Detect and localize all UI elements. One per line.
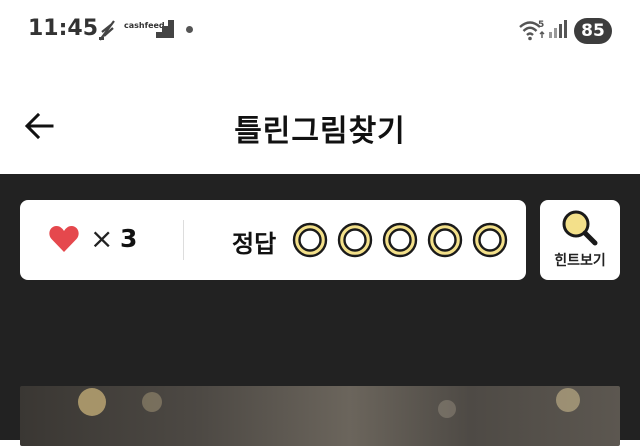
answer-slot	[472, 222, 508, 258]
hint-label: 힌트보기	[554, 253, 606, 269]
hint-button[interactable]: 힌트보기	[540, 200, 620, 280]
stairs-icon	[156, 20, 174, 38]
battery-level: 85	[574, 18, 612, 44]
answer-slot	[382, 222, 418, 258]
bokeh-light	[438, 400, 456, 418]
wifi-5g-label: 5	[538, 20, 544, 30]
lives-count: 3	[120, 224, 138, 253]
app-bar: 틀린그림찾기	[0, 64, 640, 174]
bokeh-light	[556, 388, 580, 412]
feather-icon	[99, 20, 115, 41]
status-bar: 11:45 cashfeed 5 85	[0, 0, 640, 64]
divider	[183, 220, 184, 260]
bokeh-light	[142, 392, 162, 412]
game-status-card: × 3 정답	[20, 200, 526, 280]
signal-icon	[549, 20, 567, 38]
answer-slots	[292, 222, 508, 258]
page-title: 틀린그림찾기	[234, 114, 406, 149]
magnifier-icon	[562, 210, 598, 246]
answer-slot	[427, 222, 463, 258]
puzzle-image[interactable]	[20, 386, 620, 446]
answer-slot	[292, 222, 328, 258]
status-time: 11:45	[28, 16, 99, 41]
notification-dot	[186, 26, 193, 33]
answer-label: 정답	[232, 230, 277, 258]
game-area: × 3 정답 힌트보기	[0, 174, 640, 446]
answer-slot	[337, 222, 373, 258]
bokeh-light	[78, 388, 106, 416]
wifi-icon: 5	[519, 20, 545, 41]
lives-multiplier: ×	[90, 222, 114, 255]
heart-icon	[49, 226, 79, 252]
